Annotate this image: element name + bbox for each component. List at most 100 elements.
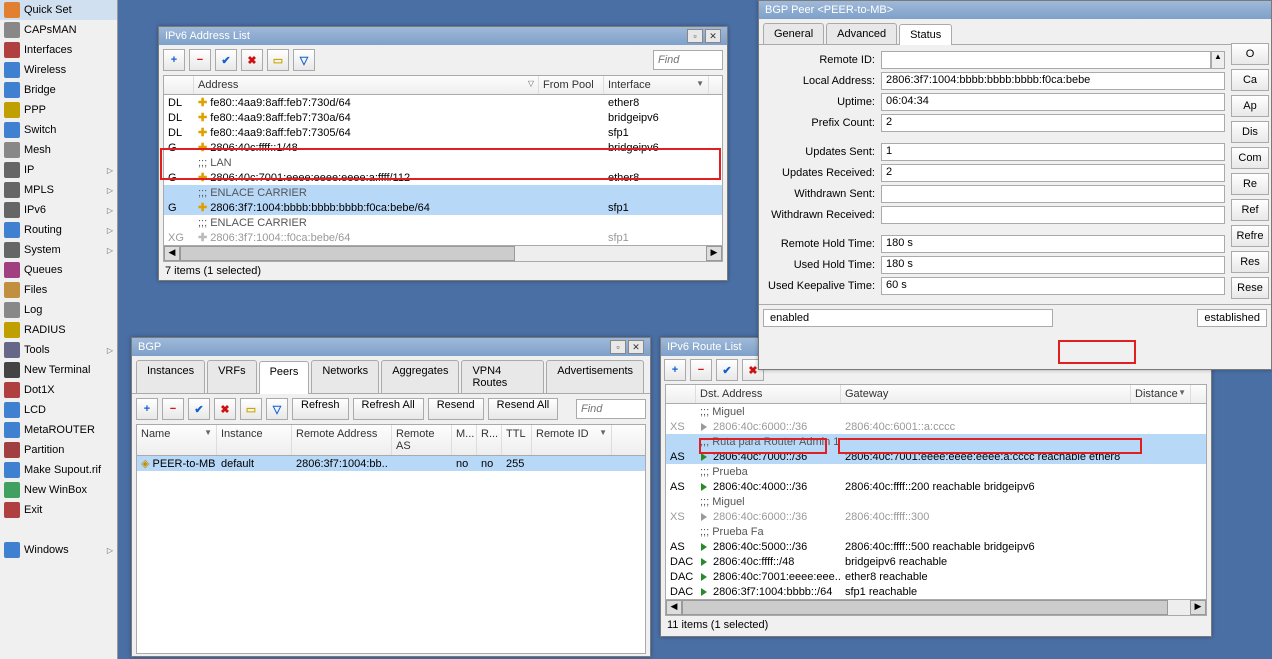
- action-button[interactable]: O: [1231, 43, 1269, 65]
- sidebar-item-tools[interactable]: Tools▷: [0, 340, 117, 360]
- refresh-all-button[interactable]: Refresh All: [353, 398, 424, 420]
- sidebar-item-capsman[interactable]: CAPsMAN: [0, 20, 117, 40]
- route-row[interactable]: DAC 2806:40c:7001:eeee:eee..ether8 reach…: [666, 569, 1206, 584]
- remove-button[interactable]: −: [162, 398, 184, 420]
- sidebar-item-dot1x[interactable]: Dot1X: [0, 380, 117, 400]
- section-row[interactable]: ;;; LAN: [164, 155, 722, 170]
- window-titlebar[interactable]: BGP ▫ ✕: [132, 338, 650, 356]
- col-header[interactable]: R...: [477, 425, 502, 455]
- add-button[interactable]: +: [136, 398, 158, 420]
- filter-button[interactable]: ▽: [293, 49, 315, 71]
- close-button[interactable]: ✕: [705, 29, 721, 43]
- sidebar-item-mesh[interactable]: Mesh: [0, 140, 117, 160]
- find-input[interactable]: [576, 399, 646, 419]
- sidebar-item-queues[interactable]: Queues: [0, 260, 117, 280]
- tab-status[interactable]: Status: [899, 24, 952, 45]
- action-button[interactable]: Refre: [1231, 225, 1269, 247]
- tab-aggregates[interactable]: Aggregates: [381, 360, 459, 393]
- col-header[interactable]: Remote Address: [292, 425, 392, 455]
- window-titlebar[interactable]: BGP Peer <PEER-to-MB>: [759, 1, 1271, 19]
- section-row[interactable]: ;;; Prueba Fa: [666, 524, 1206, 539]
- tab-instances[interactable]: Instances: [136, 360, 205, 393]
- col-header[interactable]: TTL: [502, 425, 532, 455]
- sidebar-item-quick-set[interactable]: Quick Set: [0, 0, 117, 20]
- route-row[interactable]: DAC 2806:40c:ffff::/48bridgeipv6 reachab…: [666, 554, 1206, 569]
- action-button[interactable]: Ref: [1231, 199, 1269, 221]
- sidebar-item-interfaces[interactable]: Interfaces: [0, 40, 117, 60]
- section-row[interactable]: ;;; Miguel: [666, 404, 1206, 419]
- section-row[interactable]: ;;; Miguel: [666, 494, 1206, 509]
- sidebar-item-make-supout-rif[interactable]: Make Supout.rif: [0, 460, 117, 480]
- sidebar-item-routing[interactable]: Routing▷: [0, 220, 117, 240]
- table-header[interactable]: Address▽ From Pool Interface▼: [164, 76, 722, 95]
- col-header[interactable]: M...: [452, 425, 477, 455]
- enable-button[interactable]: ✔: [716, 359, 738, 381]
- address-row[interactable]: DL✚ fe80::4aa9:8aff:feb7:730a/64bridgeip…: [164, 110, 722, 125]
- disable-button[interactable]: ✖: [214, 398, 236, 420]
- action-button[interactable]: Res: [1231, 251, 1269, 273]
- address-row[interactable]: G✚ 2806:3f7:1004:bbbb:bbbb:bbbb:f0ca:beb…: [164, 200, 722, 215]
- sidebar-item-new-terminal[interactable]: New Terminal: [0, 360, 117, 380]
- action-button[interactable]: Dis: [1231, 121, 1269, 143]
- action-button[interactable]: Com: [1231, 147, 1269, 169]
- address-row[interactable]: G✚ 2806:40c:ffff::1/48bridgeipv6: [164, 140, 722, 155]
- tab-advertisements[interactable]: Advertisements: [546, 360, 644, 393]
- disable-button[interactable]: ✖: [241, 49, 263, 71]
- route-row[interactable]: XS 2806:40c:6000::/362806:40c:6001::a:cc…: [666, 419, 1206, 434]
- sidebar-item-partition[interactable]: Partition: [0, 440, 117, 460]
- col-header[interactable]: Instance: [217, 425, 292, 455]
- route-row[interactable]: XS 2806:40c:6000::/362806:40c:ffff::300: [666, 509, 1206, 524]
- scroll-up-button[interactable]: ▲: [1211, 51, 1225, 69]
- filter-button[interactable]: ▽: [266, 398, 288, 420]
- sidebar-item-windows[interactable]: Windows▷: [0, 540, 117, 560]
- refresh-button[interactable]: Refresh: [292, 398, 349, 420]
- resend-all-button[interactable]: Resend All: [488, 398, 559, 420]
- sidebar-item-ipv6[interactable]: IPv6▷: [0, 200, 117, 220]
- section-row[interactable]: ;;; ENLACE CARRIER: [164, 185, 722, 200]
- add-button[interactable]: +: [664, 359, 686, 381]
- sidebar-item-bridge[interactable]: Bridge: [0, 80, 117, 100]
- sidebar-item-switch[interactable]: Switch: [0, 120, 117, 140]
- address-row[interactable]: DL✚ fe80::4aa9:8aff:feb7:730d/64ether8: [164, 95, 722, 110]
- action-button[interactable]: Ca: [1231, 69, 1269, 91]
- sidebar-item-ip[interactable]: IP▷: [0, 160, 117, 180]
- sidebar-item-exit[interactable]: Exit: [0, 500, 117, 520]
- sidebar-item-system[interactable]: System▷: [0, 240, 117, 260]
- sidebar-item-log[interactable]: Log: [0, 300, 117, 320]
- table-header[interactable]: Name▼InstanceRemote AddressRemote ASM...…: [137, 425, 645, 456]
- col-header[interactable]: Remote ID▼: [532, 425, 612, 455]
- sidebar-item-files[interactable]: Files: [0, 280, 117, 300]
- comment-button[interactable]: ▭: [267, 49, 289, 71]
- section-row[interactable]: ;;; Ruta para Router Admin 1: [666, 434, 1206, 449]
- close-button[interactable]: ✕: [628, 340, 644, 354]
- h-scrollbar[interactable]: ◀▶: [666, 599, 1206, 615]
- comment-button[interactable]: ▭: [240, 398, 262, 420]
- route-row[interactable]: AS 2806:40c:7000::/362806:40c:7001:eeee:…: [666, 449, 1206, 464]
- enable-button[interactable]: ✔: [188, 398, 210, 420]
- col-header[interactable]: Name▼: [137, 425, 217, 455]
- route-row[interactable]: DAC 2806:3f7:1004:bbbb::/64sfp1 reachabl…: [666, 584, 1206, 599]
- sidebar-item-ppp[interactable]: PPP: [0, 100, 117, 120]
- minimize-button[interactable]: ▫: [687, 29, 703, 43]
- sidebar-item-new-winbox[interactable]: New WinBox: [0, 480, 117, 500]
- peer-row[interactable]: ◈ PEER-to-MBdefault2806:3f7:1004:bb..non…: [137, 456, 645, 471]
- table-header[interactable]: Dst. Address Gateway Distance▼: [666, 385, 1206, 404]
- route-row[interactable]: AS 2806:40c:4000::/362806:40c:ffff::200 …: [666, 479, 1206, 494]
- section-row[interactable]: ;;; Prueba: [666, 464, 1206, 479]
- remove-button[interactable]: −: [189, 49, 211, 71]
- enable-button[interactable]: ✔: [215, 49, 237, 71]
- tab-peers[interactable]: Peers: [259, 361, 310, 394]
- remove-button[interactable]: −: [690, 359, 712, 381]
- h-scrollbar[interactable]: ◀▶: [164, 245, 722, 261]
- sidebar-item-metarouter[interactable]: MetaROUTER: [0, 420, 117, 440]
- add-button[interactable]: +: [163, 49, 185, 71]
- tab-vrfs[interactable]: VRFs: [207, 360, 257, 393]
- sidebar-item-wireless[interactable]: Wireless: [0, 60, 117, 80]
- col-header[interactable]: Remote AS: [392, 425, 452, 455]
- address-row[interactable]: XG✚ 2806:3f7:1004::f0ca:bebe/64sfp1: [164, 230, 722, 245]
- minimize-button[interactable]: ▫: [610, 340, 626, 354]
- address-row[interactable]: G✚ 2806:40c:7001:eeee:eeee:eeee:a:ffff/1…: [164, 170, 722, 185]
- sidebar-item-mpls[interactable]: MPLS▷: [0, 180, 117, 200]
- sidebar-item-lcd[interactable]: LCD: [0, 400, 117, 420]
- tab-networks[interactable]: Networks: [311, 360, 379, 393]
